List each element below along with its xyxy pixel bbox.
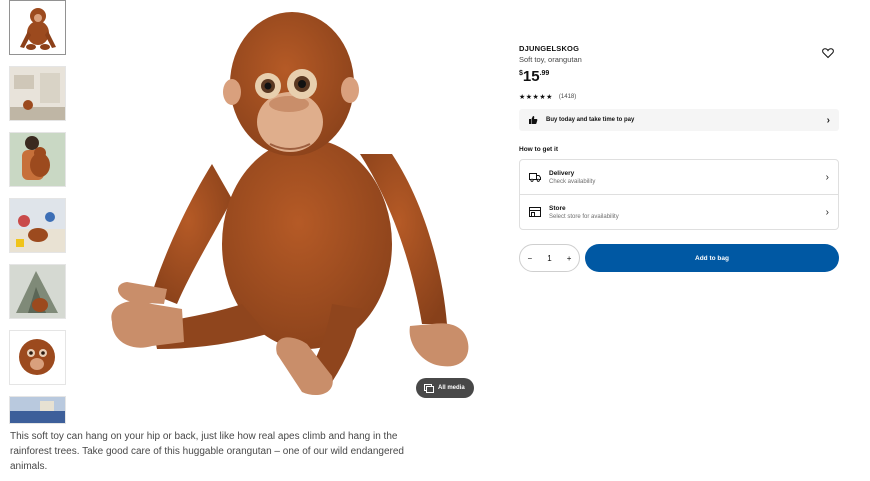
decrease-quantity-button[interactable]: − (526, 254, 535, 263)
scene-thumb-image (10, 397, 65, 423)
delivery-option[interactable]: Delivery Check availability › (520, 160, 838, 194)
thumbnail-4[interactable] (9, 198, 66, 253)
gallery-icon (424, 383, 434, 393)
store-icon (529, 207, 541, 217)
product-name: DJUNGELSKOG (519, 44, 580, 53)
truck-icon (529, 173, 541, 182)
room-thumb-image (10, 67, 65, 120)
chevron-right-icon: › (825, 171, 829, 183)
chevron-right-icon: › (826, 114, 830, 126)
pay-later-banner[interactable]: Buy today and take time to pay › (519, 109, 839, 131)
product-subtitle: Soft toy, orangutan (519, 55, 582, 64)
thumbnail-3[interactable] (9, 132, 66, 187)
thumbnail-1[interactable] (9, 0, 66, 55)
pay-later-label: Buy today and take time to pay (546, 117, 635, 123)
store-label: Store (549, 204, 566, 212)
child-thumb-image (10, 133, 65, 186)
delivery-label: Delivery (549, 169, 575, 177)
tent-thumb-image (10, 265, 65, 318)
orangutan-thumb-image (19, 7, 56, 50)
thumbnail-5[interactable] (9, 264, 66, 319)
rating[interactable]: ★★★★★ (1418) (519, 93, 839, 101)
store-sublabel: Select store for availability (549, 213, 619, 220)
playroom-thumb-image (10, 199, 65, 252)
thumb-up-icon (529, 116, 538, 124)
price-decimal: .99 (539, 70, 550, 77)
thumbnail-6[interactable] (9, 330, 66, 385)
purchase-row: − 1 + Add to bag (519, 244, 839, 272)
fulfillment-options: Delivery Check availability › Store Sele… (519, 159, 839, 230)
thumbnail-7[interactable] (9, 396, 66, 424)
how-to-get-heading: How to get it (519, 146, 558, 153)
thumbnail-list (9, 0, 66, 435)
rating-stars: ★★★★★ (519, 94, 553, 101)
quantity-value: 1 (547, 253, 552, 263)
heart-icon[interactable] (822, 47, 834, 59)
delivery-sublabel: Check availability (549, 178, 596, 185)
product-description: This soft toy can hang on your hip or ba… (10, 431, 404, 472)
all-media-button[interactable]: All media (416, 378, 474, 398)
quantity-stepper: − 1 + (519, 244, 580, 272)
face-thumb-image (10, 331, 65, 384)
store-option[interactable]: Store Select store for availability › (520, 194, 838, 229)
price-integer: 15 (522, 68, 540, 85)
product-image (111, 12, 469, 396)
price: $ 15 .99 (519, 68, 839, 85)
thumbnail-2[interactable] (9, 66, 66, 121)
chevron-right-icon: › (825, 206, 829, 218)
all-media-label: All media (438, 385, 465, 391)
product-panel: DJUNGELSKOG Soft toy, orangutan $ 15 .99… (519, 42, 839, 272)
increase-quantity-button[interactable]: + (565, 254, 574, 263)
rating-count: (1418) (558, 94, 577, 100)
add-to-bag-button[interactable]: Add to bag (585, 244, 839, 272)
